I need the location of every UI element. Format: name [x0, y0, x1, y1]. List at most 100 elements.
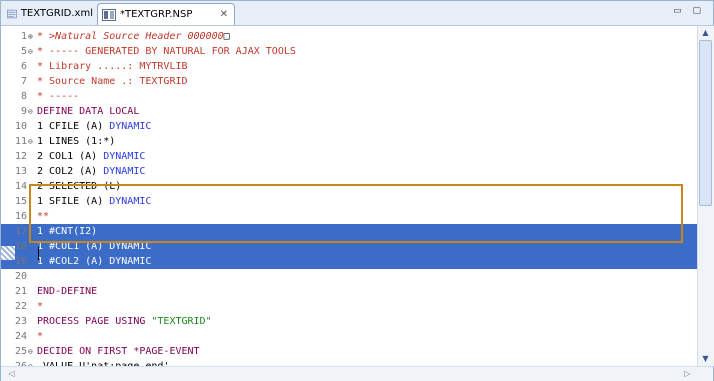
- code-token: 2 COL2 (A): [37, 166, 104, 177]
- collapse-fold-icon[interactable]: ⊖: [28, 134, 33, 149]
- code-token: PROCESS PAGE USING: [37, 316, 152, 327]
- code-line[interactable]: 8 * -----: [1, 89, 697, 104]
- code-token: DEFINE DATA LOCAL: [37, 106, 140, 117]
- scroll-up-icon[interactable]: ▲: [699, 26, 712, 39]
- line-code: 1 LINES (1:*): [37, 134, 115, 149]
- code-token: DECIDE ON FIRST *PAGE-EVENT: [37, 346, 200, 357]
- line-code: 2 COL2 (A) DYNAMIC: [37, 164, 145, 179]
- line-number: 25: [14, 346, 27, 357]
- code-token: DYNAMIC: [103, 151, 146, 162]
- code-line[interactable]: 17 1 #CNT(I2): [1, 224, 697, 239]
- scroll-thumb[interactable]: [699, 40, 712, 206]
- line-code: 1 #COL1 (A) DYNAMIC: [37, 239, 151, 254]
- code-line[interactable]: 16 **: [1, 209, 697, 224]
- scroll-down-icon[interactable]: ▼: [699, 352, 712, 365]
- tab-textgrid-xml[interactable]: TEXTGRID.xml: [3, 3, 93, 24]
- line-number: 10: [14, 121, 27, 132]
- code-token: * >Natural Source Header 000000: [37, 31, 224, 42]
- line-number: 7: [20, 76, 27, 87]
- line-number: 16: [14, 211, 27, 222]
- code-token: DYNAMIC: [109, 196, 152, 207]
- code-line[interactable]: 22 *: [1, 299, 697, 314]
- code-line[interactable]: 1 ⊕ * >Natural Source Header 000000□: [1, 29, 697, 44]
- line-number: 8: [20, 91, 27, 102]
- code-line[interactable]: 15 1 SFILE (A) DYNAMIC: [1, 194, 697, 209]
- line-code: 1 #COL2 (A) DYNAMIC: [37, 254, 151, 269]
- line-number: 20: [14, 271, 27, 282]
- line-number: 6: [20, 61, 27, 72]
- nsp-file-icon: [102, 8, 116, 21]
- scroll-right-icon[interactable]: ▷: [681, 368, 694, 380]
- line-code: 1 CFILE (A) DYNAMIC: [37, 119, 151, 134]
- code-line[interactable]: 23 PROCESS PAGE USING "TEXTGRID": [1, 314, 697, 329]
- line-code: * Library .....: MYTRVLIB: [37, 59, 188, 74]
- code-token: * Library .....: MYTRVLIB: [37, 61, 188, 72]
- code-line[interactable]: 21 END-DEFINE: [1, 284, 697, 299]
- code-token: * Source Name .: TEXTGRID: [37, 76, 188, 87]
- line-number: 17: [14, 226, 27, 237]
- editor-tab-bar: TEXTGRID.xml *TEXTGRP.NSP ✕ ▭ ▢: [1, 1, 713, 26]
- code-line[interactable]: 10 1 CFILE (A) DYNAMIC: [1, 119, 697, 134]
- code-line[interactable]: 12 2 COL1 (A) DYNAMIC: [1, 149, 697, 164]
- code-line[interactable]: 6 * Library .....: MYTRVLIB: [1, 59, 697, 74]
- line-number: 9: [20, 106, 27, 117]
- code-token: **: [37, 211, 50, 222]
- code-line[interactable]: 19 1 #COL2 (A) DYNAMIC: [1, 254, 697, 269]
- line-code: 1 #CNT(I2): [37, 224, 97, 239]
- line-code: 1 SFILE (A) DYNAMIC: [37, 194, 151, 209]
- code-editor[interactable]: 1 ⊕ * >Natural Source Header 000000□ 5 ⊖ * --…: [1, 26, 697, 366]
- line-number: 1: [20, 31, 27, 42]
- line-code: **: [37, 209, 49, 224]
- vertical-scrollbar[interactable]: ▲ ▼: [697, 26, 714, 366]
- code-line[interactable]: 7 * Source Name .: TEXTGRID: [1, 74, 697, 89]
- line-number: 21: [14, 286, 27, 297]
- line-number: 22: [14, 301, 27, 312]
- scroll-left-icon[interactable]: ◁: [5, 368, 18, 380]
- code-token: 1 #COL1 (A) DYNAMIC: [37, 241, 152, 252]
- code-token: * ----- GENERATED BY NATURAL FOR AJAX TO…: [37, 46, 296, 57]
- code-token: * -----: [37, 91, 80, 102]
- code-line[interactable]: 13 2 COL2 (A) DYNAMIC: [1, 164, 697, 179]
- horizontal-scrollbar[interactable]: ◁ ▷: [1, 366, 713, 381]
- code-line[interactable]: 18 1 #COL1 (A) DYNAMIC: [1, 239, 697, 254]
- tab-textgrp-nsp[interactable]: *TEXTGRP.NSP ✕: [97, 3, 235, 25]
- code-line[interactable]: 14 2 SELECTED (L): [1, 179, 697, 194]
- line-code: PROCESS PAGE USING "TEXTGRID": [37, 314, 212, 329]
- close-tab-icon[interactable]: ✕: [220, 9, 228, 20]
- collapse-fold-icon[interactable]: ⊖: [28, 359, 33, 366]
- line-number: 24: [14, 331, 27, 342]
- code-token: 1 #COL2 (A) DYNAMIC: [37, 256, 152, 267]
- code-token: *: [37, 301, 44, 312]
- line-number: 15: [14, 196, 27, 207]
- collapse-fold-icon[interactable]: ⊖: [28, 344, 33, 359]
- collapse-fold-icon[interactable]: ⊖: [28, 104, 33, 119]
- line-number: 13: [14, 166, 27, 177]
- code-token: DYNAMIC: [109, 121, 152, 132]
- window-controls[interactable]: ▭ ▢: [673, 6, 705, 16]
- expand-fold-icon[interactable]: ⊕: [28, 29, 33, 44]
- line-code: *: [37, 329, 43, 344]
- code-line[interactable]: 26⊖ VALUE U'nat:page.end': [1, 359, 697, 366]
- line-code: * ----- GENERATED BY NATURAL FOR AJAX TO…: [37, 44, 296, 59]
- tab-label: TEXTGRID.xml: [20, 8, 93, 19]
- code-line[interactable]: 5 ⊖ * ----- GENERATED BY NATURAL FOR AJAX …: [1, 44, 697, 59]
- collapse-fold-icon[interactable]: ⊖: [28, 44, 33, 59]
- line-number: 11: [14, 136, 27, 147]
- line-number: 12: [14, 151, 27, 162]
- xml-file-icon: [7, 9, 17, 18]
- line-code: 2 SELECTED (L): [37, 179, 121, 194]
- code-line[interactable]: 20: [1, 269, 697, 284]
- editor-window: TEXTGRID.xml *TEXTGRP.NSP ✕ ▭ ▢ 1 ⊕ * >Nat…: [0, 0, 714, 381]
- code-token: DYNAMIC: [103, 166, 146, 177]
- line-code: * -----: [37, 89, 79, 104]
- code-token: *: [37, 331, 44, 342]
- code-token: 1 #CNT(I2): [37, 226, 98, 237]
- code-line[interactable]: 25 ⊖ DECIDE ON FIRST *PAGE-EVENT: [1, 344, 697, 359]
- code-line[interactable]: 9 ⊖ DEFINE DATA LOCAL: [1, 104, 697, 119]
- line-code: VALUE U'nat:page.end': [37, 359, 169, 366]
- line-code: *: [37, 299, 43, 314]
- code-token: "TEXTGRID": [151, 316, 212, 327]
- code-line[interactable]: 11 ⊖ 1 LINES (1:*): [1, 134, 697, 149]
- code-line[interactable]: 24 *: [1, 329, 697, 344]
- code-token: 1 CFILE (A): [37, 121, 110, 132]
